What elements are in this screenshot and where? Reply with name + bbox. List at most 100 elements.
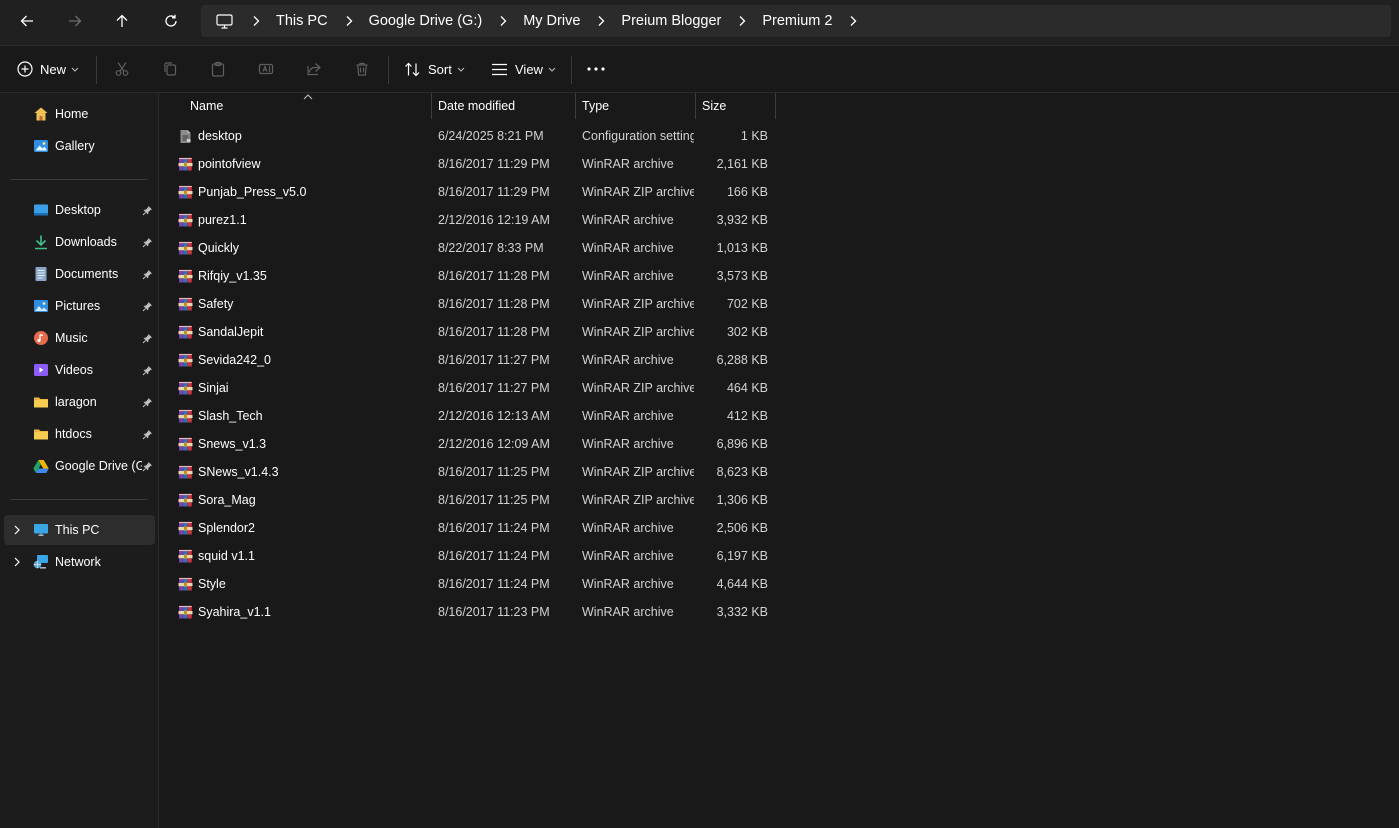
file-row[interactable]: Punjab_Press_v5.0 8/16/2017 11:29 PM WinRA… (176, 178, 776, 206)
pin-icon[interactable] (142, 205, 153, 216)
file-date-modified: 8/16/2017 11:28 PM (438, 297, 550, 311)
file-row[interactable]: pointofview 8/16/2017 11:29 PM WinRAR arch… (176, 150, 776, 178)
file-size: 4,644 KB (716, 577, 768, 591)
file-row[interactable]: squid v1.1 8/16/2017 11:24 PM WinRAR archi… (176, 542, 776, 570)
pin-icon[interactable] (142, 365, 153, 376)
pin-icon[interactable] (142, 237, 153, 248)
sidebar-item-this-pc[interactable]: This PC (4, 515, 155, 545)
music-icon (33, 330, 49, 346)
sidebar-item-network[interactable]: Network (4, 547, 155, 577)
sidebar-item-google-drive[interactable]: Google Drive (G:) (4, 451, 155, 481)
file-type: WinRAR ZIP archive (582, 297, 694, 311)
file-row[interactable]: Snews_v1.3 2/12/2016 12:09 AM WinRAR archi… (176, 430, 776, 458)
file-row[interactable]: SandalJepit 8/16/2017 11:28 PM WinRAR ZIP … (176, 318, 776, 346)
cut-button[interactable] (112, 59, 132, 79)
file-size: 464 KB (726, 381, 768, 395)
view-button-label: View (515, 61, 543, 77)
sidebar-item-home[interactable]: Home (4, 99, 155, 129)
copy-button[interactable] (160, 59, 180, 79)
file-row[interactable]: Syahira_v1.1 8/16/2017 11:23 PM WinRAR arc… (176, 598, 776, 626)
file-name: Splendor2 (198, 521, 255, 535)
file-row[interactable]: Style 8/16/2017 11:24 PM WinRAR archive 4,6… (176, 570, 776, 598)
google-drive-icon (33, 458, 49, 474)
sidebar-item-gallery[interactable]: Gallery (4, 131, 155, 161)
chevron-right-icon[interactable] (496, 14, 510, 28)
pin-icon[interactable] (142, 397, 153, 408)
winrar-icon (178, 157, 193, 172)
back-button[interactable] (12, 6, 42, 36)
sidebar-item-desktop[interactable]: Desktop (4, 195, 155, 225)
pin-icon[interactable] (142, 461, 153, 472)
address-bar[interactable]: This PC Google Drive (G:) My Drive Preiu… (201, 5, 1391, 37)
column-divider[interactable] (695, 93, 696, 119)
sort-button[interactable]: Sort (404, 58, 465, 80)
rename-button[interactable] (256, 59, 276, 79)
file-date-modified: 8/16/2017 11:28 PM (438, 269, 550, 283)
file-row[interactable]: Sevida242_0 8/16/2017 11:27 PM WinRAR arch… (176, 346, 776, 374)
file-name: Sora_Mag (198, 493, 256, 507)
pin-icon[interactable] (142, 333, 153, 344)
file-name: squid v1.1 (198, 549, 255, 563)
trash-icon (356, 62, 368, 76)
plus-circle-icon (17, 61, 33, 77)
pin-icon[interactable] (142, 269, 153, 280)
file-row[interactable]: Quickly 8/22/2017 8:33 PM WinRAR archive 1,… (176, 234, 776, 262)
sidebar-item-label: Network (55, 555, 101, 569)
column-divider[interactable] (575, 93, 576, 119)
sidebar-item-documents[interactable]: Documents (4, 259, 155, 289)
file-name: Syahira_v1.1 (198, 605, 271, 619)
arrow-up-icon (116, 14, 128, 27)
sort-icon (405, 62, 420, 76)
file-row[interactable]: purez1.1 2/12/2016 12:19 AM WinRAR archive… (176, 206, 776, 234)
sidebar-item-htdocs[interactable]: htdocs (4, 419, 155, 449)
sidebar-item-pictures[interactable]: Pictures (4, 291, 155, 321)
command-bar: New Sort View (0, 46, 1399, 93)
file-row[interactable]: Splendor2 8/16/2017 11:24 PM WinRAR archiv… (176, 514, 776, 542)
up-button[interactable] (107, 6, 137, 36)
view-button[interactable]: View (491, 58, 556, 80)
chevron-right-icon[interactable] (342, 14, 356, 28)
column-header-type[interactable]: Type (582, 93, 694, 122)
chevron-right-icon[interactable] (735, 14, 749, 28)
chevron-right-icon[interactable] (12, 525, 22, 535)
winrar-icon (178, 325, 193, 340)
file-name: pointofview (198, 157, 261, 171)
pin-icon[interactable] (142, 429, 153, 440)
more-options-button[interactable] (586, 59, 606, 79)
file-row[interactable]: Safety 8/16/2017 11:28 PM WinRAR ZIP archi… (176, 290, 776, 318)
pin-icon[interactable] (142, 301, 153, 312)
file-row[interactable]: SNews_v1.4.3 8/16/2017 11:25 PM WinRAR ZIP… (176, 458, 776, 486)
chevron-right-icon[interactable] (846, 14, 860, 28)
file-row[interactable]: Sinjai 8/16/2017 11:27 PM WinRAR ZIP archi… (176, 374, 776, 402)
breadcrumb-premium-2[interactable]: Premium 2 (762, 13, 832, 29)
chevron-right-icon[interactable] (594, 14, 608, 28)
share-button[interactable] (304, 59, 324, 79)
file-row[interactable]: Sora_Mag 8/16/2017 11:25 PM WinRAR ZIP arc… (176, 486, 776, 514)
file-date-modified: 8/16/2017 11:24 PM (438, 577, 550, 591)
breadcrumb-google-drive[interactable]: Google Drive (G:) (369, 13, 483, 29)
delete-button[interactable] (352, 59, 372, 79)
file-row[interactable]: desktop 6/24/2025 8:21 PM Configuration se… (176, 122, 776, 150)
column-header-name[interactable]: Name (190, 93, 430, 122)
forward-button[interactable] (60, 6, 90, 36)
column-header-size[interactable]: Size (702, 93, 772, 122)
column-header-date-modified[interactable]: Date modified (438, 93, 574, 122)
refresh-button[interactable] (156, 6, 186, 36)
folder-icon (33, 426, 49, 442)
sidebar-item-downloads[interactable]: Downloads (4, 227, 155, 257)
sidebar-item-music[interactable]: Music (4, 323, 155, 353)
chevron-right-icon[interactable] (249, 14, 263, 28)
sidebar-item-videos[interactable]: Videos (4, 355, 155, 385)
sidebar-item-laragon[interactable]: laragon (4, 387, 155, 417)
breadcrumb-my-drive[interactable]: My Drive (523, 13, 580, 29)
file-row[interactable]: Rifqiy_v1.35 8/16/2017 11:28 PM WinRAR arc… (176, 262, 776, 290)
paste-button[interactable] (208, 59, 228, 79)
new-button[interactable]: New (17, 58, 79, 80)
breadcrumb-this-pc[interactable]: This PC (276, 13, 328, 29)
column-divider[interactable] (431, 93, 432, 119)
this-pc-breadcrumb-icon[interactable] (213, 10, 235, 32)
breadcrumb-preium-blogger[interactable]: Preium Blogger (621, 13, 721, 29)
file-row[interactable]: Slash_Tech 2/12/2016 12:13 AM WinRAR archi… (176, 402, 776, 430)
chevron-right-icon[interactable] (12, 557, 22, 567)
column-divider[interactable] (775, 93, 776, 119)
